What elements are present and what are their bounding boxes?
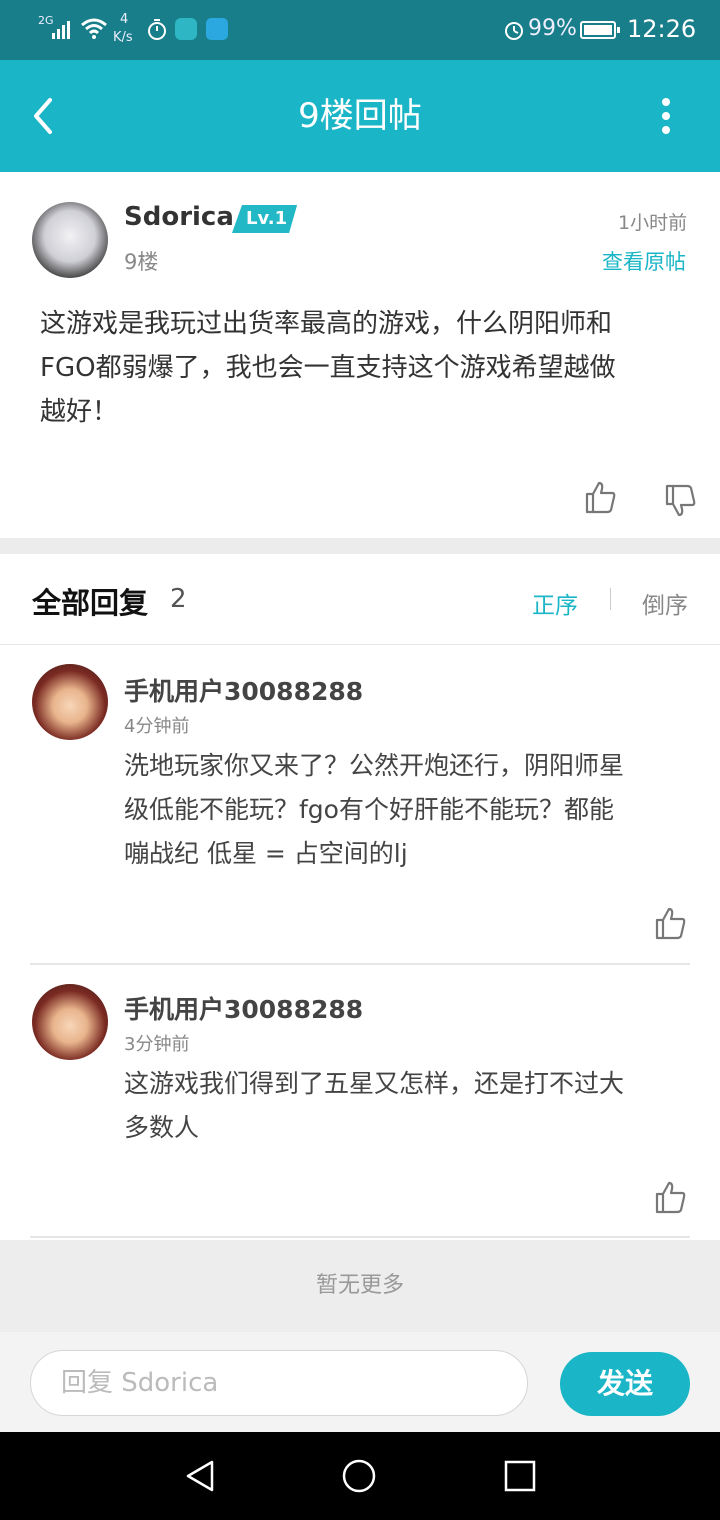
reply-content-line: 级低能不能玩？fgo有个好肝能不能玩？都能 — [124, 795, 614, 824]
avatar[interactable] — [32, 984, 108, 1060]
reply-content: 这游戏我们得到了五星又怎样，还是打不过大 多数人 — [124, 1062, 694, 1150]
divider — [30, 1236, 690, 1238]
back-icon[interactable] — [22, 92, 66, 140]
app-notification-icon — [206, 18, 228, 40]
reply-username[interactable]: 手机用户30088288 — [124, 990, 363, 1026]
post-username[interactable]: Sdorica — [124, 202, 234, 232]
list-end-area: 暂无更多 — [0, 1240, 720, 1332]
system-nav-bar — [0, 1432, 720, 1520]
view-original-link[interactable]: 查看原帖 — [602, 246, 686, 276]
replies-title: 全部回复 — [32, 586, 149, 620]
sort-divider — [610, 588, 611, 610]
post-content-line: 这游戏是我玩过出货率最高的游戏，什么阴阳师和 — [40, 309, 613, 339]
post-content-line: 越好！ — [40, 397, 119, 427]
top-app-bar: 9楼回帖 — [0, 60, 720, 172]
reply-content-line: 多数人 — [124, 1113, 200, 1142]
reply-content-line: 这游戏我们得到了五星又怎样，还是打不过大 — [124, 1069, 625, 1098]
reply-input[interactable]: 回复 Sdorica — [30, 1350, 528, 1416]
avatar[interactable] — [32, 664, 108, 740]
app-notification-icon — [175, 18, 197, 40]
nav-back-icon[interactable] — [182, 1458, 218, 1494]
thumbs-up-icon[interactable] — [654, 906, 688, 940]
clock: 12:26 — [627, 15, 697, 43]
post-floor: 9楼 — [124, 250, 159, 274]
reply-content-line: 洗地玩家你又来了？公然开炮还行，阴阳师星 — [124, 751, 625, 780]
battery-percent: 99% — [528, 16, 577, 41]
reply-time: 4分钟前 — [124, 716, 190, 737]
post-content: 这游戏是我玩过出货率最高的游戏，什么阴阳师和 FGO都弱爆了，我也会一直支持这个… — [40, 302, 690, 434]
nav-recents-icon[interactable] — [502, 1458, 538, 1494]
send-button[interactable]: 发送 — [560, 1352, 690, 1416]
thumbs-down-icon[interactable] — [664, 484, 698, 518]
sort-desc-tab[interactable]: 倒序 — [642, 586, 688, 620]
thumbs-up-icon[interactable] — [654, 1180, 688, 1214]
net-speed-value: 4 — [120, 12, 129, 27]
no-more-text: 暂无更多 — [315, 1273, 404, 1298]
reply-content: 洗地玩家你又来了？公然开炮还行，阴阳师星 级低能不能玩？fgo有个好肝能不能玩？… — [124, 744, 694, 876]
divider — [30, 963, 690, 965]
level-badge: Lv.1 — [232, 205, 297, 233]
divider — [0, 644, 720, 645]
net-speed-unit: K/s — [113, 30, 133, 45]
battery-icon — [580, 21, 620, 39]
signal-icon — [52, 21, 70, 39]
more-icon[interactable] — [652, 96, 680, 136]
section-separator — [0, 538, 720, 554]
page-title: 9楼回帖 — [298, 96, 422, 136]
nav-home-icon[interactable] — [341, 1458, 377, 1494]
post-content-line: FGO都弱爆了，我也会一直支持这个游戏希望越做 — [40, 353, 616, 383]
status-bar: 2G 4 K/s 99% 12:26 — [0, 0, 720, 60]
reply-content-line: 嘣战纪 低星 = 占空间的lj — [124, 839, 408, 868]
sort-asc-tab[interactable]: 正序 — [532, 586, 578, 620]
avatar[interactable] — [32, 202, 108, 278]
reply-username[interactable]: 手机用户30088288 — [124, 672, 363, 708]
replies-count: 2 — [170, 584, 187, 614]
post-time: 1小时前 — [618, 212, 688, 234]
wifi-icon — [81, 18, 107, 39]
thumbs-up-icon[interactable] — [584, 480, 618, 514]
alarm-icon — [505, 22, 523, 40]
reply-time: 3分钟前 — [124, 1034, 190, 1055]
timer-icon — [148, 19, 166, 40]
